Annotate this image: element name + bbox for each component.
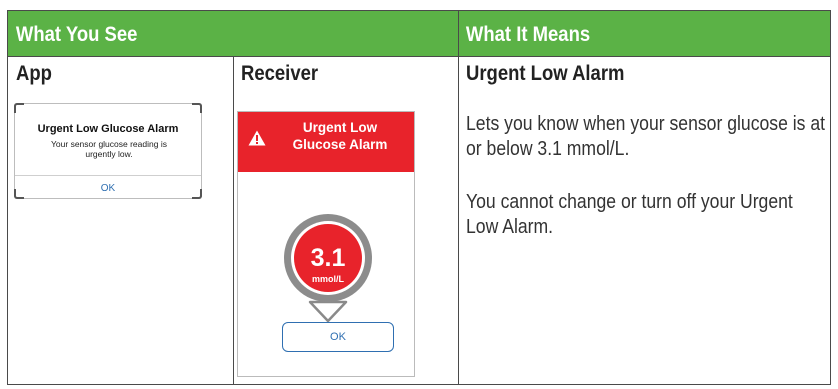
app-column-title: App [16, 62, 52, 85]
app-dialog-divider [15, 175, 201, 176]
receiver-alert-banner: Urgent Low Glucose Alarm [238, 112, 414, 172]
warning-triangle-icon [248, 130, 266, 146]
means-paragraph-2: You cannot change or turn off your Urgen… [466, 191, 793, 238]
glucose-reading-value: 3.1 [311, 244, 346, 272]
receiver-ok-button[interactable]: OK [282, 322, 394, 352]
app-alert-dialog: Urgent Low Glucose Alarm Your sensor glu… [14, 103, 202, 199]
receiver-column-title: Receiver [241, 62, 319, 85]
means-paragraph-1: Lets you know when your sensor glucose i… [466, 113, 826, 160]
column-divider-app [233, 57, 234, 385]
receiver-alert-title-line2: Glucose Alarm [292, 137, 388, 152]
receiver-alert-title-line1: Urgent Low [302, 120, 378, 135]
header-what-you-see: What You See [15, 23, 138, 46]
app-ok-button[interactable]: OK [15, 183, 201, 194]
column-divider-means [458, 11, 459, 385]
app-dialog-message: Your sensor glucose reading is urgently … [51, 139, 167, 159]
glucose-reading-unit: mmol/L [312, 274, 345, 284]
header-what-it-means: What It Means [465, 23, 591, 46]
means-title: Urgent Low Alarm [466, 62, 625, 85]
app-dialog-title: Urgent Low Glucose Alarm [37, 123, 179, 135]
table-header: What You See What It Means [8, 11, 830, 57]
receiver-alert-title: Urgent Low Glucose Alarm [270, 119, 410, 153]
receiver-screen: Urgent Low Glucose Alarm 3.1 mmol/L OK [237, 111, 415, 377]
